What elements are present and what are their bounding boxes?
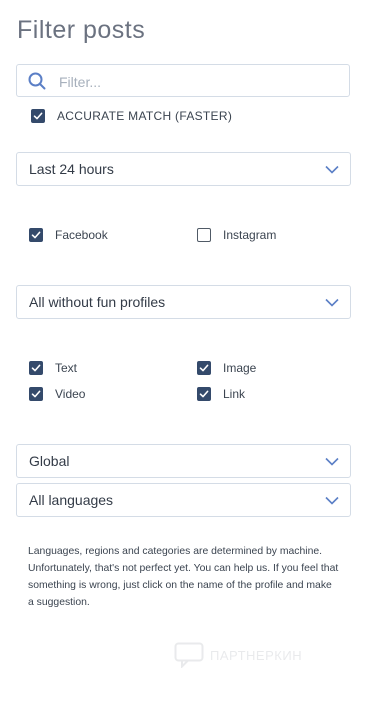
instagram-checkbox[interactable] — [197, 228, 211, 242]
link-checkbox[interactable] — [197, 387, 211, 401]
page-title: Filter posts — [17, 16, 146, 44]
watermark: ПАРТНЕРКИН — [174, 640, 324, 670]
type-option-link[interactable]: Link — [197, 387, 245, 401]
image-label: Image — [223, 361, 257, 375]
instagram-label: Instagram — [223, 228, 277, 242]
search-field[interactable] — [16, 64, 350, 97]
watermark-text: ПАРТНЕРКИН — [210, 647, 303, 663]
time-range-select[interactable]: Last 24 hours — [16, 152, 351, 186]
profiles-select[interactable]: All without fun profiles — [16, 285, 351, 319]
link-label: Link — [223, 387, 246, 401]
search-input[interactable] — [57, 66, 341, 97]
network-option-facebook[interactable]: Facebook — [29, 228, 108, 242]
chevron-down-icon — [325, 298, 339, 307]
language-select[interactable]: All languages — [16, 483, 351, 517]
facebook-checkbox[interactable] — [29, 228, 43, 242]
type-option-text[interactable]: Text — [29, 361, 77, 375]
network-option-instagram[interactable]: Instagram — [197, 228, 276, 242]
facebook-label: Facebook — [55, 228, 108, 242]
accurate-match-label: ACCURATE MATCH (FASTER) — [57, 109, 233, 123]
chevron-down-icon — [325, 457, 339, 466]
text-checkbox[interactable] — [29, 361, 43, 375]
chevron-down-icon — [325, 496, 339, 505]
video-label: Video — [55, 387, 86, 401]
chat-bubble-icon — [174, 642, 204, 668]
time-range-value: Last 24 hours — [29, 161, 114, 177]
profiles-value: All without fun profiles — [29, 294, 166, 310]
region-select[interactable]: Global — [16, 444, 351, 478]
language-value: All languages — [29, 492, 114, 508]
accurate-match-checkbox[interactable] — [31, 109, 45, 123]
accurate-match-option[interactable]: ACCURATE MATCH (FASTER) — [31, 109, 232, 123]
region-value: Global — [29, 453, 70, 469]
image-checkbox[interactable] — [197, 361, 211, 375]
type-option-image[interactable]: Image — [197, 361, 256, 375]
search-icon — [28, 72, 46, 90]
type-option-video[interactable]: Video — [29, 387, 85, 401]
video-checkbox[interactable] — [29, 387, 43, 401]
chevron-down-icon — [325, 165, 339, 174]
machine-classification-note: Languages, regions and categories are de… — [28, 546, 339, 608]
text-label: Text — [55, 361, 78, 375]
